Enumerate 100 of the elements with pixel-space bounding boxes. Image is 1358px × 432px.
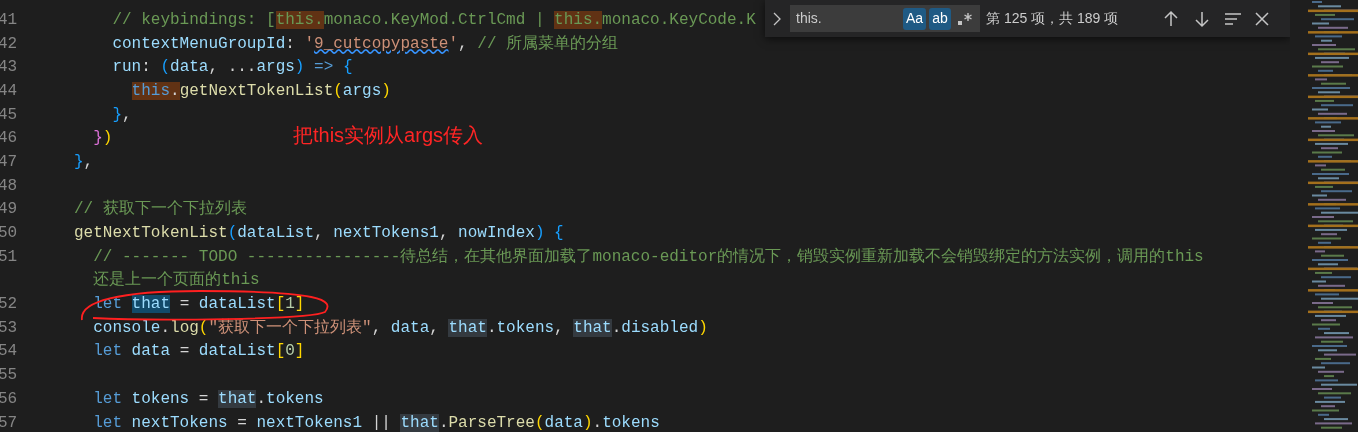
code-token: .: [592, 413, 603, 432]
highlighted-token: that: [131, 295, 170, 314]
query-text: this.: [796, 9, 823, 28]
toggle-button[interactable]: ab: [929, 7, 951, 30]
code-token: =: [237, 413, 248, 432]
code-token: [: [275, 295, 286, 314]
code-token: tokens: [266, 389, 324, 408]
code-token: let: [93, 295, 123, 314]
code-token: monaco.KeyCode.K: [602, 10, 756, 29]
code-token: monaco.KeyMod.CtrlCmd |: [323, 10, 546, 29]
code-token: (: [227, 224, 238, 243]
code-token: nextTokens: [131, 413, 228, 432]
highlighted-token: .: [170, 81, 180, 100]
regex-icon: [957, 10, 973, 27]
chevron-icon[interactable]: [773, 11, 782, 26]
code-token: =: [198, 389, 210, 408]
code-token: {: [554, 224, 564, 243]
highlighted-token: that: [573, 318, 612, 337]
code-token: ,: [458, 34, 469, 53]
code-token: [: [275, 342, 286, 361]
code-token: data: [131, 342, 170, 361]
highlighted-token: that: [400, 413, 439, 432]
highlighted-token: that: [448, 318, 487, 337]
code-token: ): [698, 318, 708, 337]
code-token: dataList: [198, 342, 276, 361]
code-token: ,: [314, 224, 325, 243]
code-token: }: [74, 152, 84, 171]
code-token: // 所属菜单的分组: [477, 34, 619, 53]
close-icon[interactable]: [1254, 10, 1270, 27]
code-token: :: [285, 34, 296, 53]
code-token: ,: [429, 318, 440, 337]
code-token: ,: [554, 318, 565, 337]
code-token: ,: [371, 318, 383, 337]
code-token: ParseTree: [448, 413, 535, 432]
code-token: {: [342, 58, 353, 77]
code-token: 0: [285, 342, 295, 361]
code-token: ): [102, 129, 113, 148]
code-token: (: [534, 413, 545, 432]
code-token: run: [112, 58, 142, 77]
code-token: ): [294, 58, 306, 77]
toggle-button[interactable]: Aa: [902, 7, 926, 30]
find-input[interactable]: this. Aa ab: [790, 5, 980, 32]
code-token: let: [93, 413, 123, 432]
code-token: // keybindings: [: [112, 10, 276, 29]
code-token: .: [486, 318, 497, 337]
code-token: ,: [122, 105, 132, 124]
code-token: .: [256, 389, 267, 408]
code-token: dataList: [198, 295, 276, 314]
code-token: nowIndex: [458, 224, 535, 243]
code-token: =: [179, 295, 191, 314]
code-token: data: [390, 318, 430, 337]
code-token: getNextTokenList: [74, 224, 228, 243]
code-token: // ------- TODO ----------------待总结，在其他界面加载了monaco-editor的情况下，销毁实例重新加载不会销毁绑定的方法实例，调用的this: [93, 247, 1204, 266]
highlighted-token: this.: [275, 10, 324, 29]
code-token: 还是上一个页面的this: [93, 271, 260, 290]
code-token: args: [256, 58, 295, 77]
code-token: console: [93, 318, 161, 337]
code-token: :: [141, 58, 152, 77]
code-token: disabled: [621, 318, 699, 337]
code-token: ): [534, 224, 546, 243]
code-token: }: [93, 129, 103, 148]
highlighted-token: this: [131, 81, 170, 100]
code-token: data: [170, 58, 209, 77]
code-token: ': [448, 34, 459, 53]
code-token: tokens: [496, 318, 555, 337]
match-count: 第 125 项，共 189 项: [986, 9, 1119, 28]
code-token: }: [112, 105, 122, 124]
highlighted-token: 9_cutcopypaste: [314, 34, 449, 53]
code-token: contextMenuGroupId: [112, 34, 286, 53]
code-token: (: [160, 58, 171, 77]
code-token: ]: [294, 342, 305, 361]
code-token: ,: [438, 224, 450, 243]
code-token: .: [438, 413, 449, 432]
code-token: nextTokens1: [333, 224, 439, 243]
code-token: .: [160, 318, 171, 337]
code-token: =>: [314, 58, 335, 77]
code-token: 1: [285, 295, 295, 314]
code-token: dataList: [237, 224, 315, 243]
code-token: data: [544, 413, 583, 432]
code-token: tokens: [602, 413, 660, 432]
code-token: nextTokens1: [256, 413, 363, 432]
code-token: ||: [371, 413, 392, 432]
code-token: ): [381, 81, 391, 100]
code-token: args: [342, 81, 382, 100]
code-token: .: [611, 318, 622, 337]
code-token: let: [93, 342, 123, 361]
code-token: =: [179, 342, 191, 361]
highlighted-token: that: [218, 389, 257, 408]
code-token: ': [304, 34, 315, 53]
code-token: ): [582, 413, 593, 432]
code-token: ]: [294, 295, 305, 314]
code-token: (: [198, 318, 209, 337]
code-token: , ...: [208, 58, 257, 77]
code-token: let: [93, 389, 123, 408]
code-token: getNextTokenList: [179, 81, 334, 100]
annotation-text: 把this实例从args传入: [293, 123, 484, 148]
code-token: // 获取下一个下拉列表: [74, 200, 247, 219]
code-token: "获取下一个下拉列表": [208, 318, 372, 337]
code-token: log: [170, 318, 199, 337]
code-token: tokens: [131, 389, 190, 408]
